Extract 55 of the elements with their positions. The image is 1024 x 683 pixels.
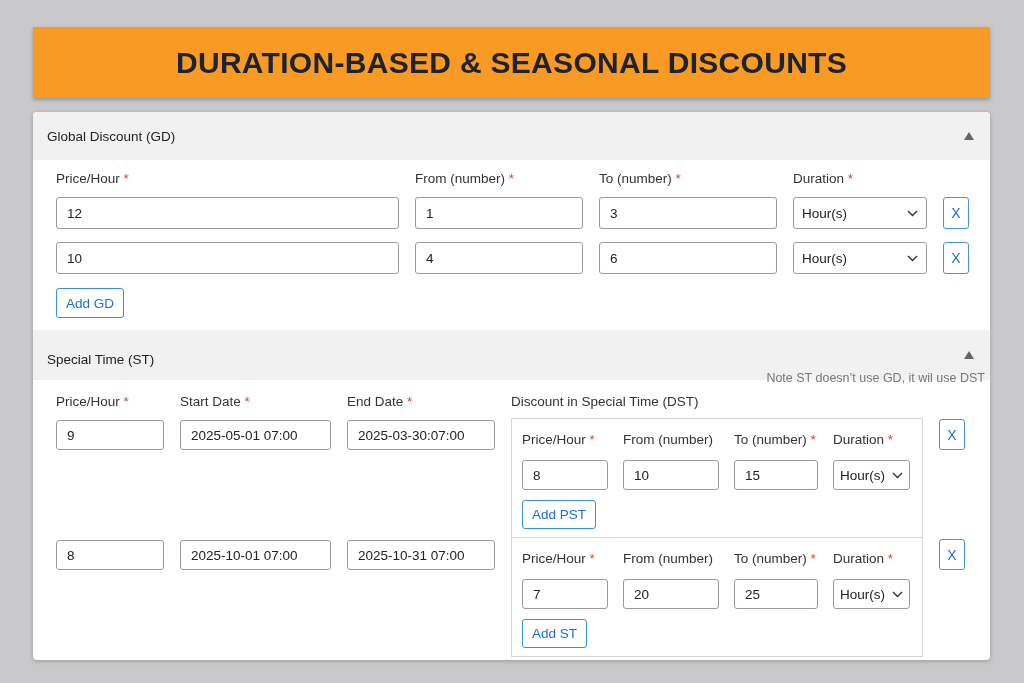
- duration-select[interactable]: Hour(s): [793, 197, 927, 229]
- to-input[interactable]: 6: [599, 242, 777, 274]
- section-title: Global Discount (GD): [47, 128, 176, 144]
- chevron-down-icon: [892, 471, 903, 479]
- section-header[interactable]: Global Discount (GD): [33, 112, 990, 160]
- remove-button[interactable]: X: [939, 539, 965, 570]
- section-title: Special Time (ST): [47, 350, 155, 367]
- duration-select[interactable]: Hour(s): [833, 579, 910, 609]
- remove-button[interactable]: X: [943, 197, 969, 229]
- chevron-down-icon: [907, 254, 918, 262]
- chevron-down-icon: [907, 209, 918, 217]
- end-date-input[interactable]: 2025-10-31 07:00: [347, 540, 495, 570]
- from-input[interactable]: 20: [623, 579, 719, 609]
- price-input[interactable]: 12: [56, 197, 399, 229]
- field-label: From (number): [623, 551, 714, 567]
- to-input[interactable]: 15: [734, 460, 818, 490]
- price-input[interactable]: 8: [522, 460, 608, 490]
- field-label: Duration *: [833, 551, 895, 567]
- from-input[interactable]: 10: [623, 460, 719, 490]
- price-input[interactable]: 10: [56, 242, 399, 274]
- page-title: DURATION-BASED & SEASONAL DISCOUNTS: [175, 45, 848, 80]
- field-label: From (number): [623, 432, 714, 448]
- to-input[interactable]: 3: [599, 197, 777, 229]
- price-input[interactable]: 7: [522, 579, 608, 609]
- field-label: End Date *: [347, 394, 414, 410]
- field-label: To (number) *: [734, 551, 817, 567]
- from-input[interactable]: 1: [415, 197, 583, 229]
- caret-up-icon[interactable]: [964, 132, 974, 140]
- field-label: Price/Hour *: [522, 551, 596, 567]
- field-label: Discount in Special Time (DST): [511, 394, 700, 410]
- remove-button[interactable]: X: [939, 419, 965, 450]
- field-label: Price/Hour *: [522, 432, 596, 448]
- price-input[interactable]: 9: [56, 420, 164, 450]
- field-label: From (number) *: [415, 171, 516, 187]
- field-label: Price/Hour *: [56, 394, 130, 410]
- start-date-input[interactable]: 2025-10-01 07:00: [180, 540, 331, 570]
- duration-select[interactable]: Hour(s): [833, 460, 910, 490]
- remove-button[interactable]: X: [943, 242, 969, 274]
- field-label: Duration *: [833, 432, 895, 448]
- chevron-down-icon: [892, 590, 903, 598]
- add-button[interactable]: Add GD: [56, 288, 125, 318]
- add-button[interactable]: Add PST: [522, 500, 597, 529]
- end-date-input[interactable]: 2025-03-30:07:00: [347, 420, 495, 450]
- duration-select[interactable]: Hour(s): [793, 242, 927, 274]
- field-label: To (number) *: [599, 171, 682, 187]
- from-input[interactable]: 4: [415, 242, 583, 274]
- add-button[interactable]: Add ST: [522, 619, 588, 648]
- to-input[interactable]: 25: [734, 579, 818, 609]
- start-date-input[interactable]: 2025-05-01 07:00: [180, 420, 331, 450]
- field-label: To (number) *: [734, 432, 817, 448]
- field-label: Duration *: [793, 171, 855, 187]
- price-input[interactable]: 8: [56, 540, 164, 570]
- field-label: Price/Hour *: [56, 171, 130, 187]
- caret-up-icon[interactable]: [964, 351, 974, 359]
- field-label: Start Date *: [180, 394, 251, 410]
